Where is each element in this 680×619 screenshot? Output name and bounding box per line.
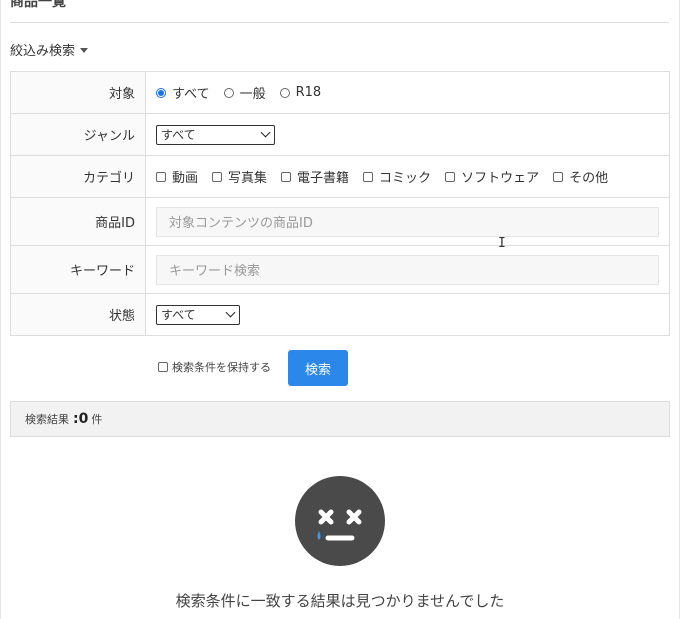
filter-toggle-label: 絞込み検索 xyxy=(10,44,76,59)
checkbox-icon xyxy=(212,171,223,182)
chevron-down-icon xyxy=(260,127,271,138)
product-id-label: 商品ID xyxy=(10,197,146,246)
keep-conditions-checkbox[interactable]: 検索条件を保持する xyxy=(158,359,271,375)
product-id-input[interactable]: 対象コンテンツの商品ID xyxy=(156,206,659,237)
keyword-input[interactable]: キーワード検索 xyxy=(156,254,659,285)
row-target: 対象 すべて 一般 R18 xyxy=(10,71,670,114)
target-label: 対象 xyxy=(10,71,146,114)
row-status: 状態 すべて xyxy=(10,293,670,336)
caret-down-icon xyxy=(80,48,89,53)
checkbox-video[interactable]: 動画 xyxy=(156,167,198,186)
keyword-label: キーワード xyxy=(10,245,146,294)
row-keyword: キーワード キーワード検索 xyxy=(10,245,670,294)
search-button[interactable]: 検索 xyxy=(288,350,348,386)
text-cursor-icon: I xyxy=(498,236,506,251)
radio-icon xyxy=(279,87,290,98)
genre-select[interactable]: すべて xyxy=(156,124,275,145)
row-category: カテゴリ 動画 写真集 電子書籍 コミック ソフトウェア その他 xyxy=(10,155,670,198)
keep-conditions-label: 検索条件を保持する xyxy=(172,361,271,374)
empty-result-message: 検索条件に一致する結果は見つかりませんでした xyxy=(175,592,505,610)
result-unit: 件 xyxy=(91,413,103,426)
checkbox-software[interactable]: ソフトウェア xyxy=(445,167,539,186)
checkbox-other[interactable]: その他 xyxy=(553,167,608,186)
filter-table: 対象 すべて 一般 R18 ジャンル すべて カテゴリ 動画 写真集 電子書籍 … xyxy=(10,71,670,336)
checkbox-icon xyxy=(158,362,168,372)
product-id-placeholder: 対象コンテンツの商品ID xyxy=(169,216,313,231)
checkbox-icon xyxy=(445,171,456,182)
genre-select-value: すべて xyxy=(161,128,196,142)
genre-label: ジャンル xyxy=(10,113,146,156)
category-label: カテゴリ xyxy=(10,155,146,198)
radio-all[interactable]: すべて xyxy=(156,83,210,102)
checkbox-icon xyxy=(553,171,564,182)
radio-r18[interactable]: R18 xyxy=(279,85,321,100)
radio-general[interactable]: 一般 xyxy=(223,83,266,102)
checkbox-comic[interactable]: コミック xyxy=(363,167,431,186)
page-title: 商品一覧 xyxy=(10,0,66,10)
sad-face-icon xyxy=(295,476,385,566)
result-label: 検索結果 xyxy=(25,413,69,426)
checkbox-icon xyxy=(281,171,292,182)
result-count: :0 xyxy=(73,411,89,427)
status-select[interactable]: すべて xyxy=(156,304,240,325)
checkbox-icon xyxy=(156,171,166,182)
status-label: 状態 xyxy=(10,293,146,336)
title-divider xyxy=(10,22,669,23)
radio-selected-icon xyxy=(156,87,166,98)
category-checkbox-group: 動画 写真集 電子書籍 コミック ソフトウェア その他 xyxy=(156,167,659,186)
filter-toggle[interactable]: 絞込み検索 xyxy=(10,40,89,59)
checkbox-icon xyxy=(363,171,374,182)
result-summary: 検索結果 :0 件 xyxy=(10,401,670,437)
checkbox-photobook[interactable]: 写真集 xyxy=(212,167,267,186)
keyword-placeholder: キーワード検索 xyxy=(169,264,261,279)
checkbox-ebook[interactable]: 電子書籍 xyxy=(281,167,349,186)
row-genre: ジャンル すべて xyxy=(10,113,670,156)
target-radio-group: すべて 一般 R18 xyxy=(156,83,659,102)
status-select-value: すべて xyxy=(161,308,196,322)
row-product-id: 商品ID 対象コンテンツの商品ID xyxy=(10,197,670,246)
chevron-down-icon xyxy=(225,307,236,318)
radio-icon xyxy=(223,87,234,98)
